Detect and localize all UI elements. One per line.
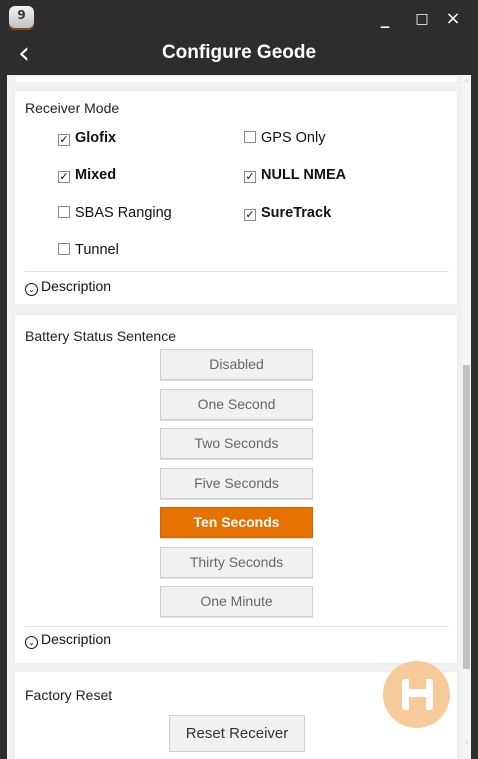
null-nmea-label: NULL NMEA [261,167,347,183]
thirty-seconds-option-button[interactable]: Thirty Seconds [160,547,313,578]
receiver-mode-card: Receiver Mode ✓ Glofix GPS Only ✓ Mixed ✓ N… [14,90,458,305]
one-second-option-button[interactable]: One Second [160,389,313,420]
app-icon: 9 [9,6,34,30]
app-icon-number: 9 [17,8,26,22]
battery-status-title: Battery Status Sentence [25,328,176,344]
chevron-circle-icon: ⌄ [25,283,38,296]
battery-description-toggle[interactable]: ⌄ Description [25,631,111,649]
back-button[interactable]: ‹ [18,39,42,73]
ten-seconds-option-button[interactable]: Ten Seconds [160,507,313,538]
page-header: ‹ Configure Geode [0,38,478,75]
checkbox-checked-icon: ✓ [58,171,70,183]
sbas-ranging-checkbox[interactable]: SBAS Ranging [58,205,172,231]
disabled-option-button[interactable]: Disabled [160,349,313,380]
maximize-button[interactable]: □ [408,6,436,32]
save-button[interactable] [383,661,450,728]
tunnel-checkbox[interactable]: Tunnel [58,242,119,268]
mixed-label: Mixed [75,167,117,183]
checkbox-empty-icon [244,131,256,143]
scrollbar-thumb[interactable] [463,365,470,669]
vertical-scrollbar[interactable]: ˄ ˅ [462,75,471,759]
tunnel-label: Tunnel [75,242,119,258]
gps-only-checkbox[interactable]: GPS Only [244,130,325,156]
section-divider [25,626,449,627]
section-divider [25,271,449,272]
checkbox-checked-icon: ✓ [58,134,70,146]
receiver-mode-title: Receiver Mode [25,100,120,116]
chevron-circle-icon: ⌄ [25,636,38,649]
sbas-ranging-label: SBAS Ranging [75,205,172,221]
page-title: Configure Geode [161,42,317,63]
suretrack-label: SureTrack [261,205,332,221]
checkbox-empty-icon [58,206,70,218]
mixed-checkbox[interactable]: ✓ Mixed [58,167,116,193]
close-button[interactable]: × [439,6,467,32]
reset-receiver-button[interactable]: Reset Receiver [169,715,305,752]
title-bar: 9 _ □ × [0,0,478,38]
glofix-checkbox[interactable]: ✓ Glofix [58,130,116,156]
settings-content[interactable]: Receiver Mode ✓ Glofix GPS Only ✓ Mixed ✓ N… [7,75,471,759]
one-minute-option-button[interactable]: One Minute [160,586,313,617]
floppy-disk-icon [402,679,433,710]
scroll-down-icon[interactable]: ˅ [462,741,471,750]
configure-geode-window: 9 _ □ × ‹ Configure Geode Receiver Mode … [0,0,478,759]
null-nmea-checkbox[interactable]: ✓ NULL NMEA [244,167,346,193]
checkbox-checked-icon: ✓ [244,171,256,183]
gps-only-label: GPS Only [261,130,326,146]
five-seconds-option-button[interactable]: Five Seconds [160,468,313,499]
glofix-label: Glofix [75,130,117,146]
description-label: Description [41,278,112,294]
suretrack-checkbox[interactable]: ✓ SureTrack [244,205,331,231]
battery-status-card: Battery Status Sentence Disabled One Sec… [14,314,458,664]
factory-reset-title: Factory Reset [25,687,113,703]
previous-card-edge [14,75,458,83]
checkbox-empty-icon [58,243,70,255]
checkbox-checked-icon: ✓ [244,209,256,221]
minimize-button[interactable]: _ [371,6,399,32]
receiver-description-toggle[interactable]: ⌄ Description [25,278,111,296]
description-label: Description [41,631,112,647]
two-seconds-option-button[interactable]: Two Seconds [160,428,313,459]
scroll-up-icon[interactable]: ˄ [462,79,471,88]
